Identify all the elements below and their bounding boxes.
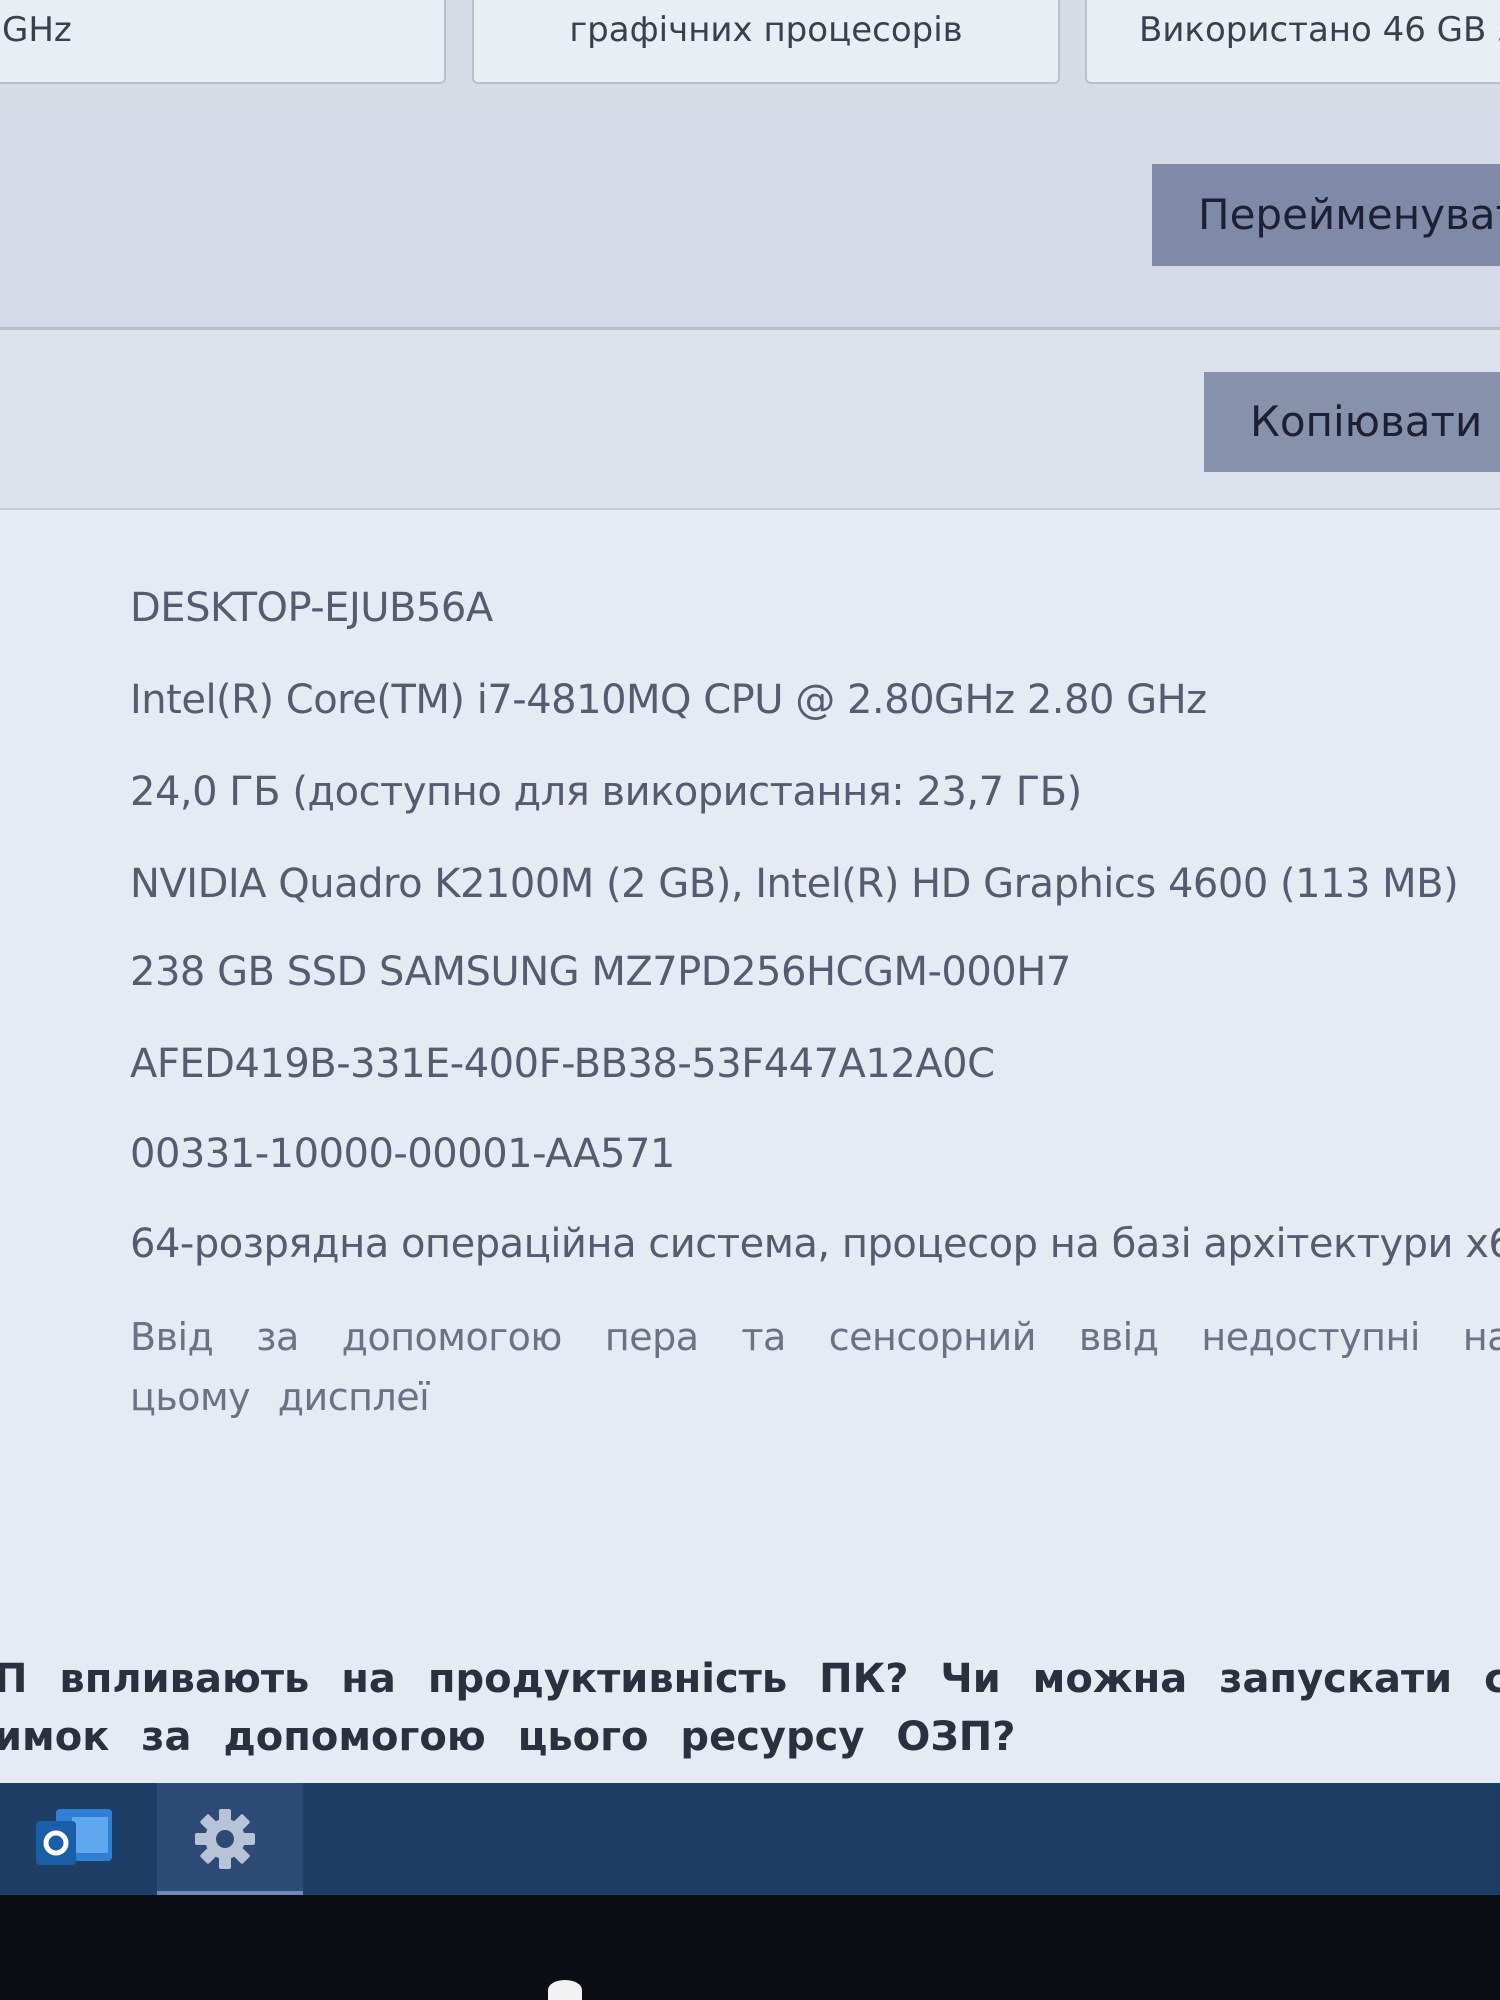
- taskbar-outlook-button[interactable]: [0, 1783, 146, 1895]
- processor-value: Intel(R) Core(TM) i7-4810MQ CPU @ 2.80GH…: [130, 677, 1207, 723]
- faq-question-line: имок за допомогою цього ресурсу ОЗП?: [0, 1714, 1016, 1760]
- settings-about-window: GHz графічних процесорів Використано 46 …: [0, 0, 1500, 1895]
- storage-summary-card[interactable]: Використано 46 GB з: [1085, 0, 1500, 84]
- product-id-value: 00331-10000-00001-AA571: [130, 1131, 675, 1177]
- monitor-bezel: [0, 1895, 1500, 2000]
- storage-summary-text: Використано 46 GB з: [1139, 10, 1500, 50]
- rename-pc-button[interactable]: Перейменуват: [1152, 164, 1500, 266]
- bezel-logo-icon: [548, 1980, 582, 2000]
- ram-value: 24,0 ГБ (доступно для використання: 23,7…: [130, 769, 1082, 815]
- section-divider: [0, 508, 1500, 510]
- device-id-value: AFED419B-331E-400F-BB38-53F447A12A0C: [130, 1041, 995, 1087]
- settings-gear-icon: [195, 1809, 255, 1869]
- pen-touch-value: Ввід за допомогою пера та сенсорний ввід…: [130, 1315, 1500, 1419]
- storage-value: 238 GB SSD SAMSUNG MZ7PD256HCGM-000H7: [130, 949, 1071, 995]
- system-type-value: 64-розрядна операційна система, процесор…: [130, 1221, 1500, 1267]
- gpu-value: NVIDIA Quadro K2100M (2 GB), Intel(R) HD…: [130, 861, 1459, 907]
- outlook-icon: [36, 1809, 112, 1865]
- processor-summary-card[interactable]: GHz: [0, 0, 446, 84]
- taskbar: [0, 1783, 1500, 1895]
- summary-cards: GHz графічних процесорів Використано 46 …: [0, 0, 1500, 112]
- device-name-value: DESKTOP-EJUB56A: [130, 585, 493, 631]
- gpu-summary-card[interactable]: графічних процесорів: [472, 0, 1060, 84]
- rename-section: Перейменуват: [0, 112, 1500, 327]
- taskbar-settings-button[interactable]: [157, 1783, 303, 1895]
- copy-specs-button[interactable]: Копіювати: [1204, 372, 1500, 472]
- faq-question: П впливають на продуктивність ПК? Чи мож…: [0, 1650, 1500, 1766]
- faq-question-line: П впливають на продуктивність ПК? Чи мож…: [0, 1656, 1500, 1702]
- gpu-summary-text: графічних процесорів: [569, 10, 963, 50]
- processor-summary-text: GHz: [2, 10, 72, 50]
- device-specs-header: Копіювати: [0, 330, 1500, 508]
